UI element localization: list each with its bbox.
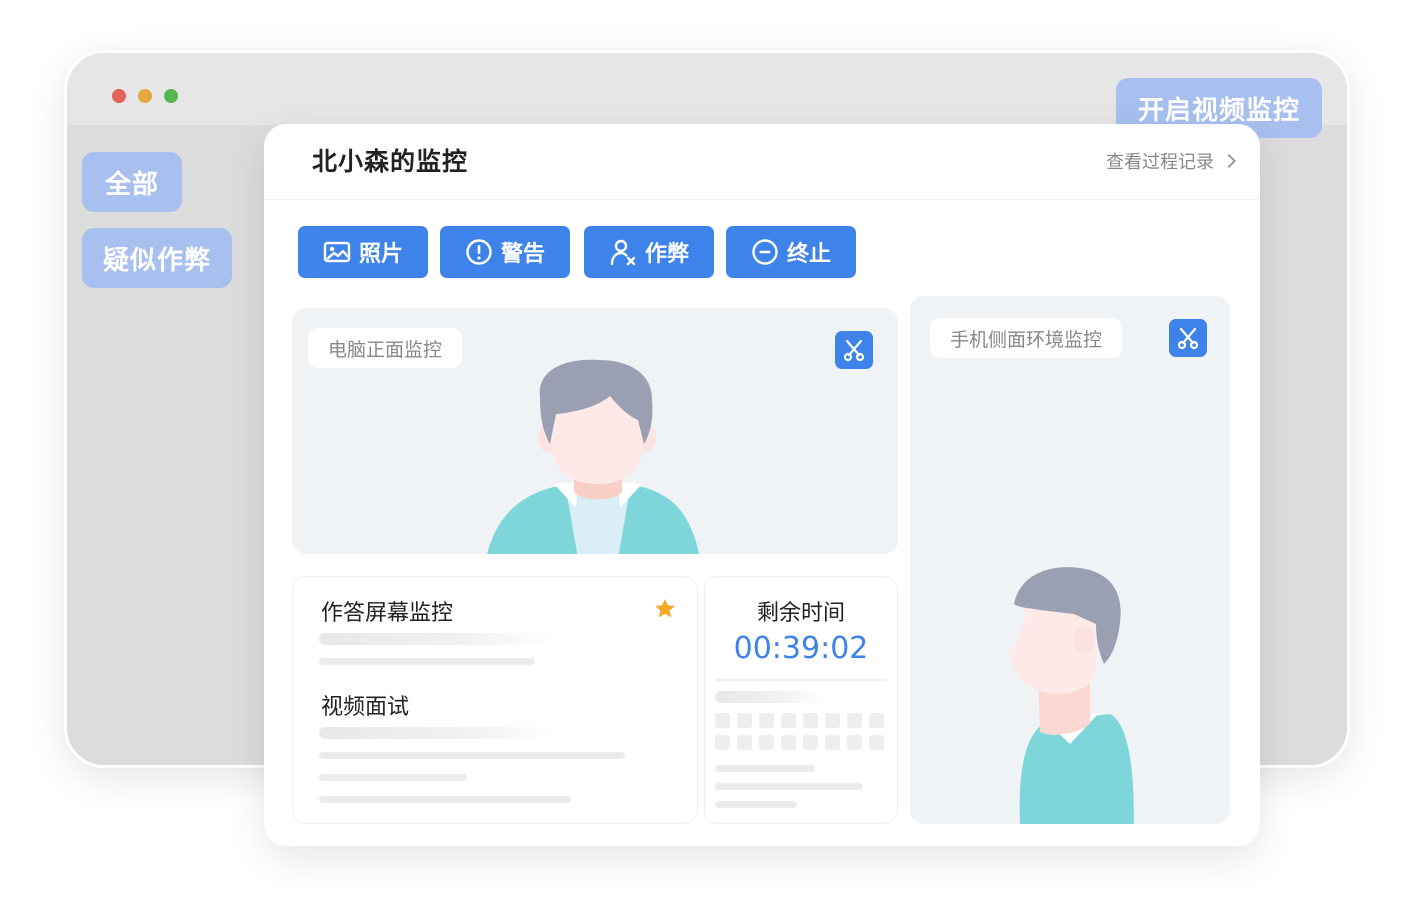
placeholder-line xyxy=(319,727,559,739)
card-title: 北小森的监控 xyxy=(312,147,469,176)
window-maximize-dot[interactable] xyxy=(164,89,178,103)
key-placeholder xyxy=(781,713,796,728)
placeholder-line xyxy=(715,783,863,790)
cheating-button-label: 作弊 xyxy=(644,242,689,267)
side-person-illustration xyxy=(1008,567,1134,824)
key-placeholder xyxy=(759,735,774,750)
filter-suspected-cheating-button[interactable]: 疑似作弊 xyxy=(82,228,232,288)
view-history-label: 查看过程记录 xyxy=(1106,152,1214,173)
monitoring-card: 北小森的监控 查看过程记录 照片 警告 作弊 终止 电脑正面监控 手机侧面环境监… xyxy=(264,124,1260,846)
key-placeholder xyxy=(737,735,752,750)
key-placeholder xyxy=(781,735,796,750)
placeholder-line xyxy=(319,752,625,759)
key-placeholder xyxy=(737,713,752,728)
front-person-illustration xyxy=(487,359,700,554)
front-camera-label: 电脑正面监控 xyxy=(308,328,463,368)
side-camera-label: 手机侧面环境监控 xyxy=(930,318,1123,358)
key-placeholder xyxy=(803,735,818,750)
view-history-link[interactable]: 查看过程记录 xyxy=(1106,148,1237,174)
placeholder-line xyxy=(319,774,467,781)
key-placeholder xyxy=(847,713,862,728)
window-close-dot[interactable] xyxy=(112,89,126,103)
remaining-time-value: 00:39:02 xyxy=(733,631,869,666)
warning-button[interactable]: 警告 xyxy=(440,226,570,278)
exclamation-circle-icon xyxy=(466,239,492,265)
placeholder-line xyxy=(319,633,559,645)
placeholder-line xyxy=(319,658,535,665)
side-camera-capture-button[interactable] xyxy=(1169,319,1207,357)
key-placeholder xyxy=(825,735,840,750)
photo-button[interactable]: 照片 xyxy=(298,226,428,278)
key-placeholder xyxy=(715,735,730,750)
key-placeholder xyxy=(803,713,818,728)
terminate-button-label: 终止 xyxy=(786,242,831,267)
key-placeholder xyxy=(825,713,840,728)
user-x-icon xyxy=(610,239,636,266)
front-camera-capture-button[interactable] xyxy=(835,331,873,369)
key-placeholder xyxy=(869,713,884,728)
screen-monitoring-title: 作答屏幕监控 xyxy=(321,601,454,626)
keyboard-placeholder xyxy=(715,713,884,750)
timer-divider xyxy=(715,679,887,681)
placeholder-line xyxy=(715,691,825,703)
star-icon[interactable] xyxy=(653,597,677,621)
warning-button-label: 警告 xyxy=(500,242,545,267)
scissors-icon xyxy=(843,339,865,362)
scissors-icon xyxy=(1177,327,1199,350)
key-placeholder xyxy=(759,713,774,728)
video-interview-title: 视频面试 xyxy=(321,695,410,720)
placeholder-line xyxy=(319,796,571,803)
image-icon xyxy=(323,241,351,263)
remaining-time-panel: 剩余时间 00:39:02 xyxy=(704,576,898,824)
remaining-time-label: 剩余时间 xyxy=(756,601,845,626)
card-divider xyxy=(264,199,1260,200)
photo-button-label: 照片 xyxy=(358,242,403,267)
chevron-right-icon xyxy=(1221,153,1237,169)
key-placeholder xyxy=(715,713,730,728)
front-camera-panel: 电脑正面监控 xyxy=(292,308,898,554)
cheating-button[interactable]: 作弊 xyxy=(584,226,714,278)
placeholder-line xyxy=(715,765,815,772)
filter-all-button[interactable]: 全部 xyxy=(82,152,182,212)
side-camera-panel: 手机侧面环境监控 xyxy=(910,296,1230,824)
screen-monitoring-panel: 作答屏幕监控 视频面试 xyxy=(292,576,698,824)
key-placeholder xyxy=(869,735,884,750)
placeholder-line xyxy=(715,801,797,808)
terminate-button[interactable]: 终止 xyxy=(726,226,856,278)
window-minimize-dot[interactable] xyxy=(138,89,152,103)
minus-circle-icon xyxy=(752,239,778,265)
key-placeholder xyxy=(847,735,862,750)
